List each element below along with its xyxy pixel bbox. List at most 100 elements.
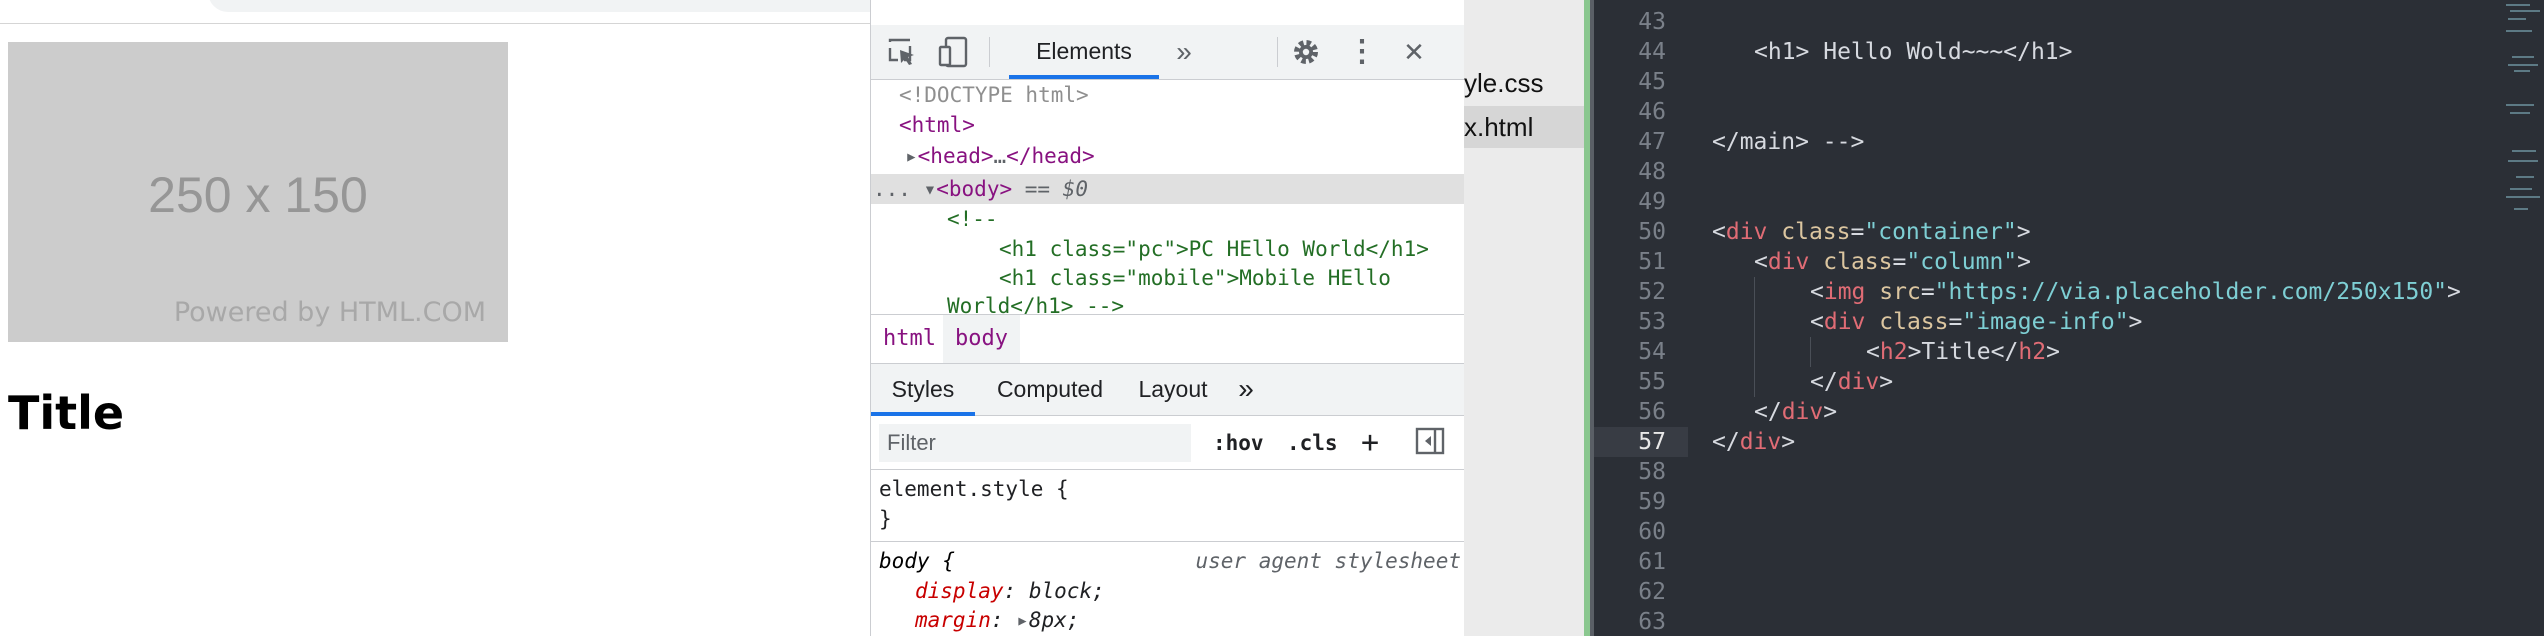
code-line-55[interactable]: </div> <box>1810 367 1893 397</box>
property-name: margin <box>915 608 991 632</box>
placeholder-image: 250 x 150 Powered by HTML.COM <box>8 42 508 342</box>
line-number: 50 <box>1638 219 1666 245</box>
line-number: 49 <box>1638 189 1666 215</box>
line-number: 59 <box>1638 489 1666 515</box>
indent-guide <box>1754 277 1755 397</box>
property-value: block; <box>1028 579 1105 603</box>
element-style-rule: element.style { } <box>871 470 1465 542</box>
line-number: 55 <box>1638 369 1666 395</box>
style-property-display[interactable]: display: block; <box>915 576 1105 606</box>
dom-comment-open[interactable]: <!-- <box>947 204 998 234</box>
new-style-rule-button[interactable]: + <box>1361 426 1379 460</box>
selected-node-marker: == $0 <box>1012 177 1088 201</box>
image-powered-label: Powered by HTML.COM <box>173 297 486 328</box>
styles-filter-input[interactable]: Filter <box>879 424 1191 462</box>
toggle-sidebar-icon[interactable] <box>1415 426 1447 460</box>
dom-tree: <!DOCTYPE html> <html> ▸<head>…</head> .… <box>871 80 1465 314</box>
line-number-gutter: 43 44 45 46 47 48 49 50 51 52 53 54 55 5… <box>1594 0 1688 636</box>
code-line-54[interactable]: <h2>Title</h2> <box>1866 337 2060 367</box>
file-item-index-html[interactable]: x.html <box>1464 106 1584 148</box>
body-rule-selector: body { <box>879 549 955 573</box>
style-property-margin[interactable]: margin: ▸8px; <box>915 605 1079 635</box>
head-open-tag: <head> <box>917 144 994 168</box>
head-close-tag: </head> <box>1006 144 1095 168</box>
line-number: 44 <box>1638 39 1666 65</box>
code-line-44[interactable]: <h1> Hello Wold~~~</h1> <box>1754 37 2073 67</box>
line-number: 45 <box>1638 69 1666 95</box>
line-number: 46 <box>1638 99 1666 125</box>
code-minimap[interactable] <box>2504 0 2544 240</box>
line-number: 52 <box>1638 279 1666 305</box>
toolbar-divider <box>1277 37 1278 67</box>
tab-styles[interactable]: Styles <box>871 364 975 416</box>
property-value: 8px; <box>1028 608 1080 632</box>
line-number: 60 <box>1638 519 1666 545</box>
line-number: 43 <box>1638 9 1666 35</box>
code-line-47[interactable]: </main> --> <box>1712 127 1864 157</box>
dom-node-head[interactable]: ▸<head>…</head> <box>905 141 1095 171</box>
element-style-close: } <box>879 507 892 531</box>
devtools-toolbar: Elements » ⋮ ✕ <box>871 25 1465 80</box>
inspect-element-icon[interactable] <box>885 35 919 69</box>
dom-node-html[interactable]: <html> <box>899 110 975 140</box>
dom-comment-line[interactable]: World</h1> --> <box>947 291 1124 314</box>
line-number: 53 <box>1638 309 1666 335</box>
collapse-triangle-icon[interactable]: ▾ <box>924 177 937 201</box>
class-toggle[interactable]: .cls <box>1287 426 1338 460</box>
page-title: Title <box>8 386 125 440</box>
code-line-53[interactable]: <div class="image-info"> <box>1810 307 2142 337</box>
devtools-panel: Elements » ⋮ ✕ <!DOCTYPE html> <html> ▸<… <box>870 0 1465 636</box>
more-pane-tabs-button[interactable]: » <box>1229 364 1263 416</box>
browser-toolbar <box>0 0 1364 24</box>
line-number: 56 <box>1638 399 1666 425</box>
line-number: 47 <box>1638 129 1666 155</box>
styles-filter-bar: Filter :hov .cls + <box>871 416 1465 470</box>
body-open-tag: <body> <box>936 177 1013 201</box>
dom-node-doctype[interactable]: <!DOCTYPE html> <box>899 80 1089 110</box>
body-style-rule: body { user agent stylesheet display: bl… <box>871 542 1465 636</box>
gear-icon[interactable] <box>1289 35 1323 69</box>
rule-origin-label: user agent stylesheet <box>1195 549 1461 573</box>
code-line-57[interactable]: </div> <box>1712 427 1795 457</box>
line-number: 63 <box>1638 609 1666 635</box>
breadcrumb-item-html[interactable]: html <box>871 315 948 363</box>
code-line-56[interactable]: </div> <box>1754 397 1837 427</box>
tab-computed[interactable]: Computed <box>983 364 1117 416</box>
more-tabs-button[interactable]: » <box>1167 35 1201 69</box>
toolbar-divider <box>989 37 990 67</box>
line-number: 51 <box>1638 249 1666 275</box>
dom-comment-line[interactable]: <h1 class="mobile">Mobile HEllo <box>999 263 1391 293</box>
tab-layout[interactable]: Layout <box>1125 364 1221 416</box>
image-size-label: 250 x 150 <box>148 167 368 223</box>
row-actions-dots[interactable]: ... <box>873 177 911 201</box>
line-number: 62 <box>1638 579 1666 605</box>
browser-viewport: 250 x 150 Powered by HTML.COM Title <box>0 0 1364 636</box>
file-sidebar: yle.css x.html <box>1464 0 1584 636</box>
line-number-current: 57 <box>1638 429 1666 455</box>
indent-guide <box>1810 337 1811 367</box>
close-icon[interactable]: ✕ <box>1397 35 1431 69</box>
line-number: 54 <box>1638 339 1666 365</box>
line-number: 48 <box>1638 159 1666 185</box>
device-toolbar-icon[interactable] <box>937 35 971 69</box>
expand-triangle-icon[interactable]: ▸ <box>1016 608 1029 632</box>
more-options-icon[interactable]: ⋮ <box>1345 35 1379 69</box>
code-line-51[interactable]: <div class="column"> <box>1754 247 2031 277</box>
breadcrumb: html body <box>871 314 1465 364</box>
file-item-style-css[interactable]: yle.css <box>1464 62 1584 104</box>
code-editor[interactable]: 43 44 45 46 47 48 49 50 51 52 53 54 55 5… <box>1594 0 2544 636</box>
line-number: 61 <box>1638 549 1666 575</box>
code-line-50[interactable]: <div class="container"> <box>1712 217 2031 247</box>
code-line-52[interactable]: <img src="https://via.placeholder.com/25… <box>1810 277 2461 307</box>
dom-node-body[interactable]: ... ▾<body> == $0 <box>873 174 1088 204</box>
element-style-selector[interactable]: element.style { <box>879 474 1069 504</box>
tab-elements[interactable]: Elements <box>1009 25 1159 79</box>
head-collapsed-ellipsis: … <box>993 144 1007 168</box>
styles-pane-tabs: Styles Computed Layout » <box>871 364 1465 416</box>
line-number: 58 <box>1638 459 1666 485</box>
hover-state-toggle[interactable]: :hov <box>1213 426 1264 460</box>
dom-comment-line[interactable]: <h1 class="pc">PC HEllo World</h1> <box>999 234 1429 264</box>
expand-triangle-icon[interactable]: ▸ <box>905 144 918 168</box>
breadcrumb-item-body[interactable]: body <box>943 315 1020 363</box>
property-name: display <box>915 579 1004 603</box>
